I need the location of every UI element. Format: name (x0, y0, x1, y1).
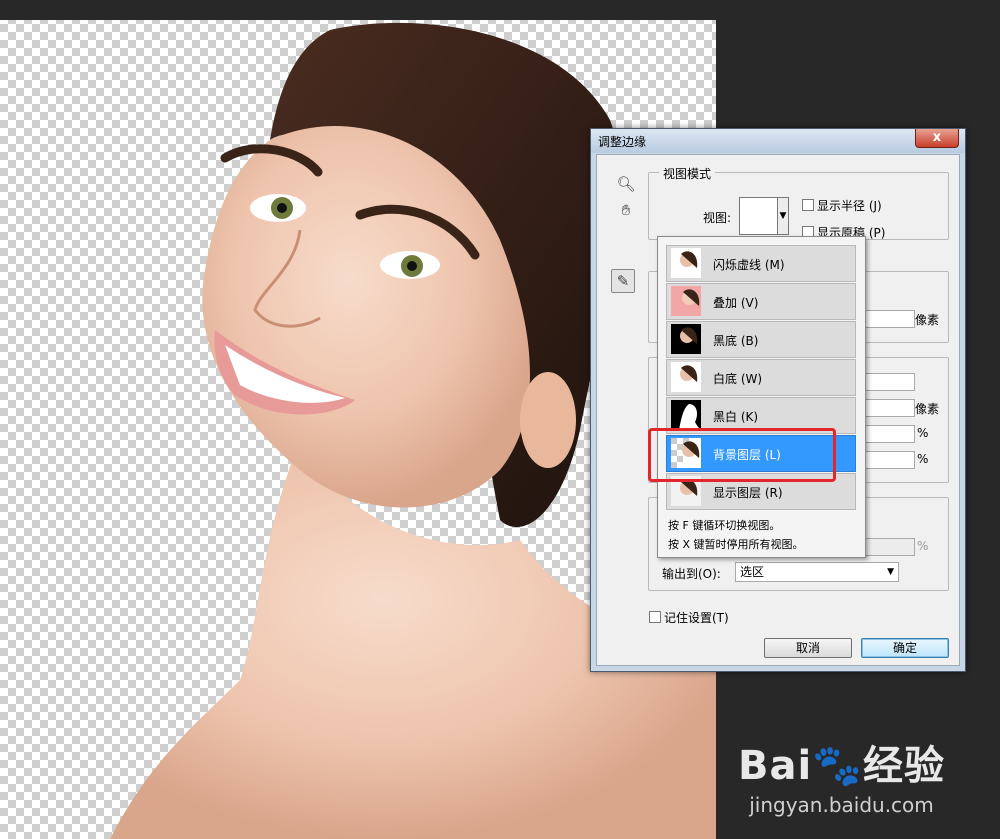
feather-field[interactable] (865, 399, 915, 417)
view-thumbnail[interactable] (739, 197, 779, 235)
marching-ants-thumb-icon (671, 248, 701, 278)
paw-icon: 🐾 (812, 743, 863, 789)
view-mode-group: 视图模式 (648, 165, 949, 240)
annotation-highlight-box (648, 428, 836, 482)
radius-field[interactable] (865, 310, 915, 328)
zoom-icon[interactable]: 🔍︎ (615, 173, 637, 195)
contrast-field[interactable] (865, 425, 915, 443)
remember-settings-box[interactable] (649, 611, 661, 623)
ok-button[interactable]: 确定 (861, 638, 949, 658)
smooth-field[interactable] (865, 373, 915, 391)
show-radius-box[interactable] (802, 199, 814, 211)
view-mode-group-label: 视图模式 (659, 165, 716, 182)
chevron-down-icon: ▼ (887, 567, 894, 577)
show-radius-checkbox[interactable]: 显示半径 (J) (802, 197, 882, 214)
refine-radius-brush-icon[interactable]: ✎ (611, 269, 635, 293)
shift-edge-unit: % (917, 452, 929, 466)
view-item-overlay[interactable]: 叠加 (V) (666, 283, 856, 320)
amount-field (865, 538, 915, 556)
output-to-select[interactable]: 选区 ▼ (735, 562, 899, 582)
on-white-thumb-icon (671, 362, 701, 392)
view-dropdown-menu: 闪烁虚线 (M) 叠加 (V) 黑底 (B) 白底 (W) 黑白 (K) 背景图… (657, 236, 866, 558)
feather-unit: 像素 (915, 402, 940, 416)
radius-unit: 像素 (915, 313, 940, 327)
watermark-logo: Bai🐾经验 (737, 743, 945, 789)
view-dropdown-arrow[interactable]: ▼ (777, 197, 789, 235)
dialog-title: 调整边缘 (598, 135, 647, 149)
baidu-watermark: Bai🐾经验 jingyan.baidu.com (738, 733, 945, 817)
contrast-unit: % (917, 426, 929, 440)
hint-disable-views: 按 X 键暂时停用所有视图。 (668, 538, 804, 551)
black-white-thumb-icon (671, 400, 701, 430)
overlay-thumb-icon (671, 286, 701, 316)
view-label: 视图: (703, 211, 732, 225)
watermark-url: jingyan.baidu.com (749, 793, 934, 817)
hand-icon[interactable]: ✋︎ (615, 199, 637, 221)
view-item-on-black[interactable]: 黑底 (B) (666, 321, 856, 358)
view-item-marching-ants[interactable]: 闪烁虚线 (M) (666, 245, 856, 282)
cancel-button[interactable]: 取消 (764, 638, 852, 658)
hint-cycle-views: 按 F 键循环切换视图。 (668, 519, 781, 532)
output-to-label: 输出到(O): (662, 567, 721, 581)
remember-settings-checkbox[interactable]: 记住设置(T) (649, 609, 729, 626)
shift-edge-field[interactable] (865, 451, 915, 469)
close-button[interactable]: x (915, 129, 959, 148)
amount-unit: % (917, 539, 929, 553)
view-item-on-white[interactable]: 白底 (W) (666, 359, 856, 396)
dialog-titlebar[interactable]: 调整边缘 x (591, 129, 965, 153)
on-black-thumb-icon (671, 324, 701, 354)
